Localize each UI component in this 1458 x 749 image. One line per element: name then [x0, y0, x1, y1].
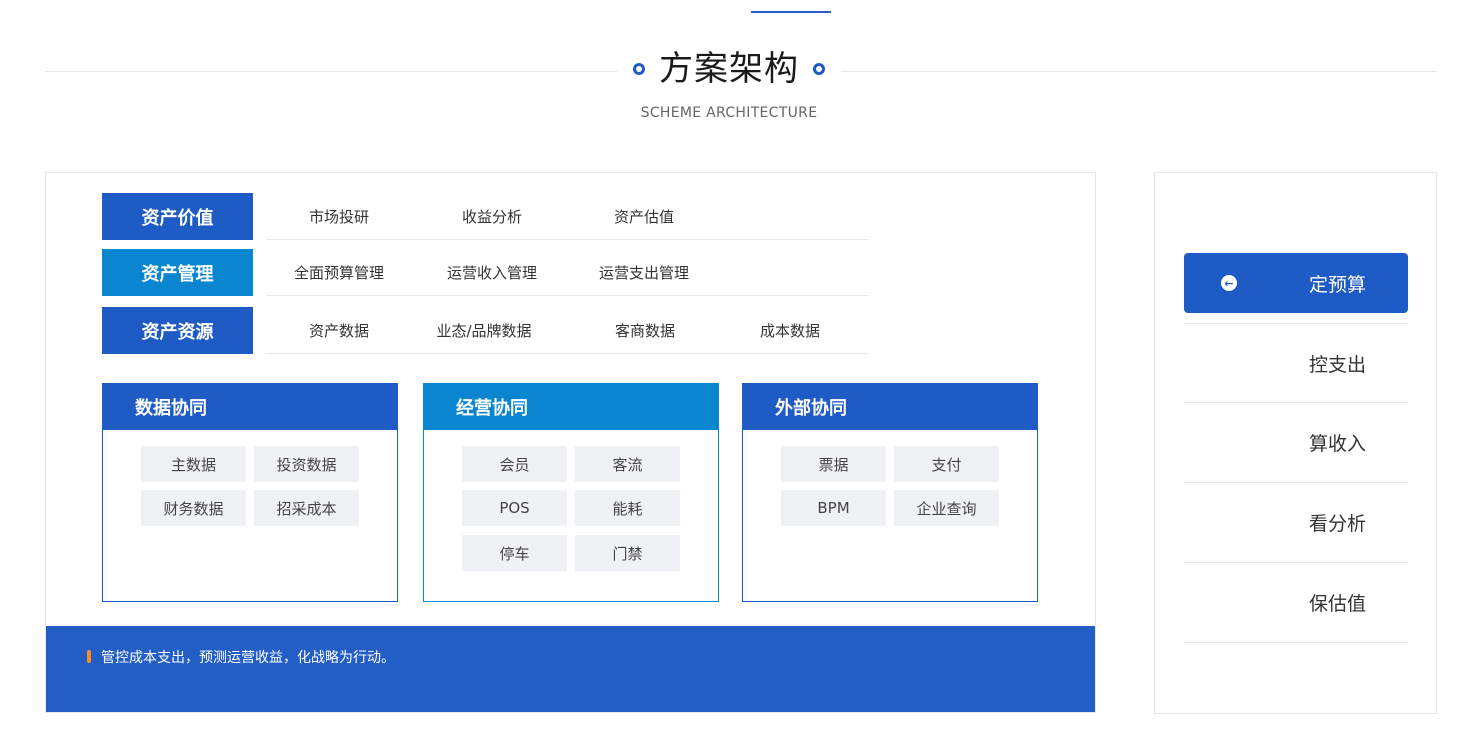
chip: 能耗 [575, 490, 680, 526]
chip: POS [462, 490, 567, 526]
side-item-budget[interactable]: ← 定预算 [1184, 253, 1408, 313]
box-data-collaboration: 数据协同 主数据 投资数据 财务数据 招采成本 [102, 383, 398, 602]
ring-right-icon [813, 63, 825, 75]
layer-items: 全面预算管理 运营收入管理 运营支出管理 [266, 249, 868, 296]
ring-left-icon [633, 63, 645, 75]
side-item-valuation[interactable]: 保估值 [1184, 563, 1408, 643]
layer-item: 运营收入管理 [446, 264, 537, 282]
chip: 投资数据 [254, 446, 359, 482]
top-accent-line [751, 11, 831, 13]
box-title: 数据协同 [103, 384, 397, 430]
side-item-label: 看分析 [1309, 513, 1367, 535]
chip: 招采成本 [254, 490, 359, 526]
box-title: 经营协同 [424, 384, 718, 430]
layer-item: 资产数据 [308, 322, 369, 340]
page-title: 方案架构 [659, 49, 799, 89]
architecture-panel: 资产价值 市场投研 收益分析 资产估值 资产管理 全面预算管理 运营收入管理 运… [45, 172, 1096, 713]
side-item-label: 算收入 [1309, 433, 1367, 455]
layer-item: 资产估值 [613, 208, 674, 226]
layer-label: 资产价值 [102, 193, 253, 240]
side-item-label: 定预算 [1309, 273, 1367, 296]
chip: 支付 [894, 446, 999, 482]
layer-item: 市场投研 [308, 208, 369, 226]
chip: 客流 [575, 446, 680, 482]
page-subtitle: SCHEME ARCHITECTURE [640, 105, 818, 121]
layer-item: 成本数据 [759, 322, 820, 340]
box-title: 外部协同 [743, 384, 1037, 430]
chip: BPM [781, 490, 886, 526]
box-operation-collaboration: 经营协同 会员 客流 POS 能耗 停车 门禁 [423, 383, 719, 602]
footer-bar: 管控成本支出，预测运营收益，化战略为行动。 [46, 626, 1095, 712]
box-external-collaboration: 外部协同 票据 支付 BPM 企业查询 [742, 383, 1038, 602]
layer-item: 客商数据 [614, 322, 675, 340]
layer-item: 运营支出管理 [598, 264, 689, 282]
layer-item: 全面预算管理 [293, 264, 384, 282]
layer-item: 收益分析 [461, 208, 522, 226]
side-item-label: 保估值 [1309, 593, 1367, 615]
side-item-expense[interactable]: 控支出 [1184, 323, 1408, 403]
layer-label: 资产管理 [102, 249, 253, 296]
footer-accent-mark [87, 650, 91, 663]
layer-items: 市场投研 收益分析 资产估值 [266, 193, 868, 240]
side-item-income[interactable]: 算收入 [1184, 403, 1408, 483]
side-nav: ← 定预算 控支出 算收入 看分析 保估值 [1154, 172, 1437, 714]
layer-items: 资产数据 业态/品牌数据 客商数据 成本数据 [266, 307, 868, 354]
side-item-analysis[interactable]: 看分析 [1184, 483, 1408, 563]
chip: 财务数据 [141, 490, 246, 526]
layer-item: 业态/品牌数据 [436, 322, 532, 340]
side-item-label: 控支出 [1309, 353, 1367, 376]
chip: 票据 [781, 446, 886, 482]
arrow-left-circle-icon: ← [1221, 275, 1237, 291]
chip: 企业查询 [894, 490, 999, 526]
section-title: 方案架构 [0, 44, 1458, 94]
footer-text: 管控成本支出，预测运营收益，化战略为行动。 [101, 650, 395, 666]
chip: 会员 [462, 446, 567, 482]
chip: 主数据 [141, 446, 246, 482]
chip: 停车 [462, 535, 567, 571]
chip: 门禁 [575, 535, 680, 571]
layer-label: 资产资源 [102, 307, 253, 354]
